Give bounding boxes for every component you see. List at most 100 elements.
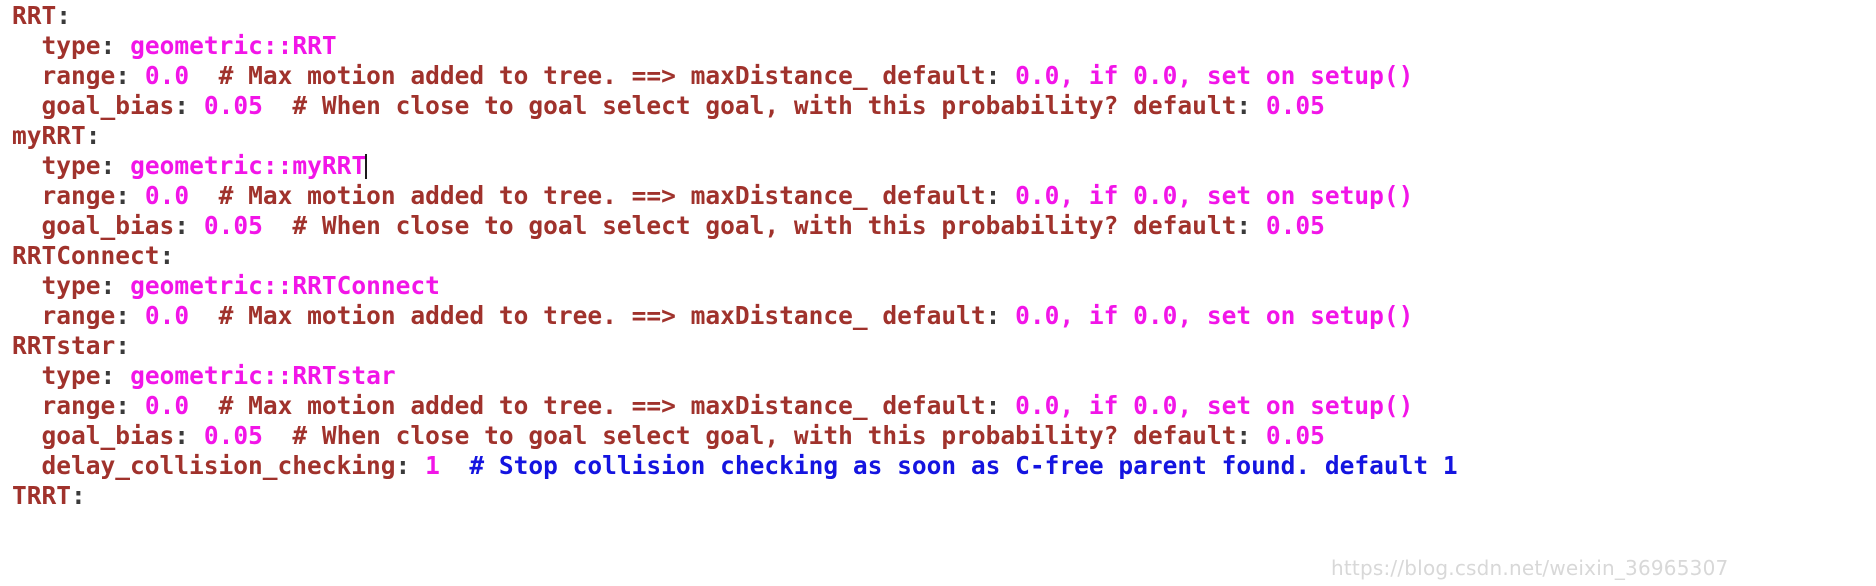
token-punct: : (174, 211, 190, 240)
token-key: myRRT (12, 121, 86, 150)
token-punct: : (174, 421, 190, 450)
token-punct: : (85, 121, 101, 150)
token-punct: : (395, 451, 411, 480)
token-plainspace (189, 421, 204, 450)
token-val: 1 (425, 451, 440, 480)
token-key: RRTConnect (12, 241, 160, 270)
code-line[interactable]: goal_bias: 0.05 # When close to goal sel… (12, 211, 1458, 241)
token-plainspace (115, 151, 130, 180)
token-plainspace (189, 211, 204, 240)
token-comment-blue: # Stop collision checking as soon as C-f… (439, 451, 1458, 480)
token-val: 0.0, if 0.0, set on setup() (1000, 391, 1414, 420)
code-line[interactable]: range: 0.0 # Max motion added to tree. =… (12, 391, 1458, 421)
token-punct: : (56, 1, 72, 30)
code-line[interactable]: goal_bias: 0.05 # When close to goal sel… (12, 91, 1458, 121)
token-punct: : (100, 361, 116, 390)
token-val: 0.0, if 0.0, set on setup() (1000, 61, 1414, 90)
token-punct: : (115, 391, 131, 420)
token-plainspace (115, 361, 130, 390)
code-line[interactable]: type: geometric::RRTstar (12, 361, 1458, 391)
token-val: 0.05 (203, 421, 263, 450)
token-key: goal_bias (41, 421, 175, 450)
token-val: 0.0 (144, 391, 190, 420)
token-val: 0.05 (1251, 91, 1325, 120)
token-punct: : (159, 241, 175, 270)
code-line[interactable]: type: geometric::myRRT (12, 151, 1458, 181)
token-plainspace (130, 301, 145, 330)
token-comment: # Max motion added to tree. ==> maxDista… (189, 61, 986, 90)
token-key: TRRT (12, 481, 72, 510)
token-punct: : (71, 481, 86, 510)
token-key: range (41, 61, 116, 90)
token-val: 0.05 (203, 91, 263, 120)
code-line[interactable]: type: geometric::RRTConnect (12, 271, 1458, 301)
token-plainspace (130, 391, 145, 420)
token-val: geometric::RRTConnect (130, 271, 440, 300)
code-line[interactable]: RRT: (12, 1, 1458, 31)
text-cursor (365, 154, 368, 179)
code-lines-container[interactable]: RRT: type: geometric::RRT range: 0.0 # M… (12, 1, 1458, 511)
code-line[interactable]: myRRT: (12, 121, 1458, 151)
token-punct: : (985, 61, 1001, 90)
token-comment: # Max motion added to tree. ==> maxDista… (189, 181, 986, 210)
token-key: type (41, 151, 101, 180)
token-key: range (41, 301, 116, 330)
code-line[interactable]: RRTConnect: (12, 241, 1458, 271)
token-comment: # When close to goal select goal, with t… (262, 91, 1237, 120)
token-comment: # When close to goal select goal, with t… (262, 211, 1237, 240)
code-line[interactable]: TRRT: (12, 481, 1458, 511)
token-val: 0.0 (144, 301, 190, 330)
token-comment: # Max motion added to tree. ==> maxDista… (189, 301, 986, 330)
watermark-text: https://blog.csdn.net/weixin_36965307 (1331, 556, 1729, 580)
token-punct: : (985, 391, 1001, 420)
token-punct: : (100, 271, 116, 300)
code-line[interactable]: range: 0.0 # Max motion added to tree. =… (12, 61, 1458, 91)
token-punct: : (115, 301, 131, 330)
token-key: RRT (12, 1, 57, 30)
code-line[interactable]: RRTstar: (12, 331, 1458, 361)
token-key: delay_collision_checking (41, 451, 396, 480)
code-line[interactable]: range: 0.0 # Max motion added to tree. =… (12, 181, 1458, 211)
token-punct: : (1236, 421, 1252, 450)
token-punct: : (100, 151, 116, 180)
token-plainspace (410, 451, 425, 480)
code-line[interactable]: delay_collision_checking: 1 # Stop colli… (12, 451, 1458, 481)
token-key: goal_bias (41, 91, 175, 120)
token-key: RRTstar (12, 331, 116, 360)
token-val: geometric::myRRT (130, 151, 367, 180)
token-val: 0.05 (1251, 211, 1325, 240)
token-punct: : (174, 91, 190, 120)
token-key: range (41, 391, 116, 420)
token-key: goal_bias (41, 211, 175, 240)
token-plainspace (115, 31, 130, 60)
token-val: 0.0, if 0.0, set on setup() (1000, 181, 1414, 210)
code-line[interactable]: type: geometric::RRT (12, 31, 1458, 61)
token-plainspace (130, 61, 145, 90)
token-plainspace (115, 271, 130, 300)
code-line[interactable]: goal_bias: 0.05 # When close to goal sel… (12, 421, 1458, 451)
token-punct: : (115, 61, 131, 90)
token-val: 0.05 (203, 211, 263, 240)
token-val: geometric::RRT (130, 31, 337, 60)
token-key: type (41, 271, 101, 300)
token-punct: : (985, 301, 1001, 330)
token-plainspace (130, 181, 145, 210)
token-val: 0.05 (1251, 421, 1325, 450)
code-editor-canvas[interactable]: RRT: type: geometric::RRT range: 0.0 # M… (0, 0, 1876, 586)
token-punct: : (100, 31, 116, 60)
token-punct: : (115, 331, 131, 360)
token-plainspace (189, 91, 204, 120)
token-val: 0.0 (144, 181, 190, 210)
token-key: range (41, 181, 116, 210)
code-line[interactable]: range: 0.0 # Max motion added to tree. =… (12, 301, 1458, 331)
